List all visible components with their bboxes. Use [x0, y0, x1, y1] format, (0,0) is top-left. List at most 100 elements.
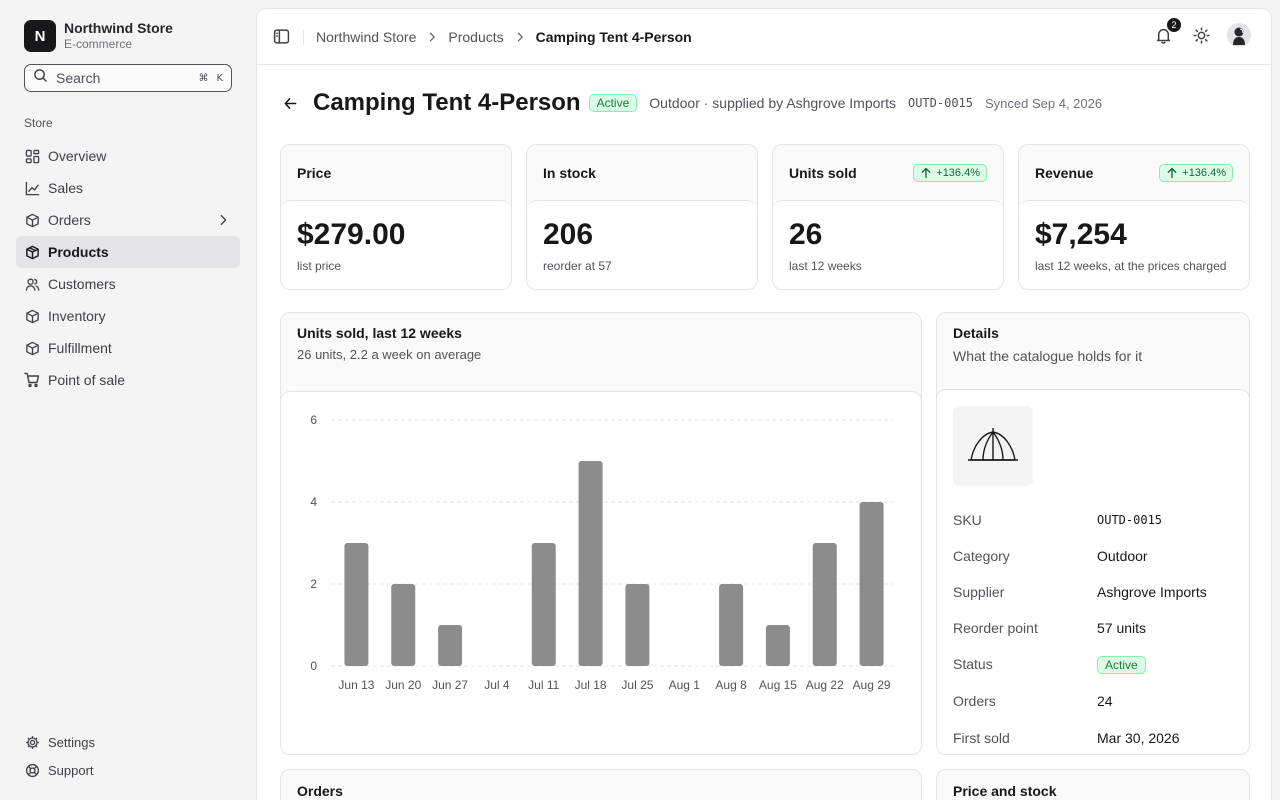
arrow-up-icon	[921, 167, 931, 178]
breadcrumb-current: Camping Tent 4-Person	[535, 28, 692, 45]
search-icon	[33, 68, 48, 88]
bell-icon[interactable]: 2	[1153, 17, 1182, 45]
chevron-right-icon	[216, 213, 230, 230]
chart-bar	[812, 543, 837, 666]
detail-row-first-sold: First sold Mar 30, 2026	[953, 719, 1233, 754]
details-title: Details	[953, 325, 999, 341]
x-tick-label: Aug 1	[669, 678, 701, 692]
sidebar-toggle-icon[interactable]	[271, 27, 291, 47]
sidebar-item-fulfillment[interactable]: Fulfillment	[16, 332, 240, 364]
box-icon	[24, 340, 40, 356]
sidebar-item-label: Settings	[48, 734, 95, 750]
chart-bar	[625, 584, 650, 666]
status-badge: Active	[1097, 656, 1146, 674]
nav-group-label: Store	[24, 116, 53, 130]
detail-row-orders: Orders 24	[953, 682, 1233, 719]
x-tick-label: Aug 22	[806, 678, 844, 692]
sidebar-nav: Overview Sales Orders Products Customers…	[16, 140, 240, 396]
sidebar-item-label: Overview	[48, 148, 107, 164]
stat-note: reorder at 57	[543, 259, 612, 273]
units-sold-chart-card: Units sold, last 12 weeks 26 units, 2.2 …	[280, 312, 922, 755]
search-placeholder: Search	[56, 70, 101, 86]
breadcrumb-store[interactable]: Northwind Store	[316, 29, 416, 45]
price-stock-card-title: Price and stock	[953, 783, 1057, 799]
box-icon	[24, 244, 40, 260]
x-tick-label: Jun 20	[385, 678, 421, 692]
box-icon	[24, 308, 40, 324]
sidebar-item-overview[interactable]: Overview	[16, 140, 240, 172]
sidebar-item-support[interactable]: Support	[16, 756, 240, 784]
breadcrumb-products[interactable]: Products	[448, 29, 503, 45]
stat-note: last 12 weeks, at the prices charged	[1035, 259, 1227, 273]
chart-bar	[859, 502, 884, 666]
detail-row-status: Status Active	[953, 646, 1233, 682]
sidebar-item-label: Point of sale	[48, 372, 126, 388]
page-header: Camping Tent 4-Person Active Outdoor · s…	[281, 89, 1241, 117]
topbar-actions: 2	[1153, 17, 1251, 47]
sidebar-item-orders[interactable]: Orders	[16, 204, 240, 236]
sidebar-item-label: Fulfillment	[48, 340, 112, 356]
detail-label: First sold	[953, 729, 1010, 746]
stat-card-in-stock: In stock 206 reorder at 57	[526, 144, 758, 290]
stat-note: last 12 weeks	[789, 259, 862, 273]
notification-badge: 2	[1166, 17, 1182, 33]
stat-value: 206	[543, 218, 594, 251]
stat-label: Revenue	[1035, 164, 1094, 181]
stat-value: $7,254	[1035, 218, 1127, 251]
product-sku: OUTD-0015	[907, 96, 973, 110]
chart-subtitle: 26 units, 2.2 a week on average	[297, 347, 482, 362]
tent-icon	[968, 428, 1018, 461]
page-title: Camping Tent 4-Person	[313, 89, 581, 116]
chart-bar	[531, 543, 556, 666]
sidebar-item-label: Orders	[48, 212, 91, 228]
sidebar-item-products[interactable]: Products	[16, 236, 240, 268]
delta-badge: +136.4%	[913, 163, 987, 182]
chart-bar	[578, 461, 603, 666]
sidebar-item-sales[interactable]: Sales	[16, 172, 240, 204]
stat-label: In stock	[543, 164, 596, 181]
sun-icon[interactable]	[1191, 25, 1211, 45]
sidebar-item-label: Inventory	[48, 308, 106, 324]
y-tick-label: 0	[310, 659, 317, 673]
stat-card-units-sold: Units sold +136.4% 26 last 12 weeks	[772, 144, 1004, 290]
gear-icon	[24, 734, 40, 750]
chart-bar	[438, 625, 463, 666]
x-tick-label: Jul 18	[575, 678, 607, 692]
sidebar-item-inventory[interactable]: Inventory	[16, 300, 240, 332]
avatar[interactable]	[1227, 23, 1251, 47]
orders-card-title: Orders	[297, 783, 343, 799]
search-input[interactable]: Search ⌘ K	[24, 64, 232, 92]
detail-label: SKU	[953, 512, 982, 528]
layout-grid-icon	[24, 148, 40, 164]
chart-bar	[344, 543, 369, 666]
detail-row-reorder-point: Reorder point 57 units	[953, 610, 1233, 646]
x-tick-label: Aug 29	[853, 678, 891, 692]
delta-badge: +136.4%	[1159, 163, 1233, 182]
delta-value: +136.4%	[1182, 166, 1226, 179]
detail-row-sku: SKU OUTD-0015	[953, 502, 1233, 538]
brand[interactable]: N Northwind Store E-commerce	[24, 20, 173, 52]
chart-bar	[765, 625, 790, 666]
product-meta: Outdoor · supplied by Ashgrove Imports	[649, 95, 896, 111]
arrow-left-icon[interactable]	[281, 94, 299, 112]
stat-label: Units sold	[789, 164, 857, 181]
x-tick-label: Jul 11	[528, 678, 559, 692]
users-icon	[24, 276, 40, 292]
sidebar-item-label: Products	[48, 244, 109, 260]
sidebar-item-label: Sales	[48, 180, 84, 196]
line-chart-icon	[24, 180, 40, 196]
detail-label: Orders	[953, 692, 996, 709]
x-tick-label: Aug 15	[759, 678, 797, 692]
package-icon	[24, 212, 40, 228]
status-badge: Active	[588, 94, 638, 112]
sidebar-item-settings[interactable]: Settings	[16, 728, 240, 756]
detail-value: Ashgrove Imports	[1097, 584, 1207, 600]
sidebar-item-label: Support	[48, 762, 94, 778]
sidebar-item-customers[interactable]: Customers	[16, 268, 240, 300]
x-tick-label: Jun 13	[338, 678, 374, 692]
sidebar-item-point-of-sale[interactable]: Point of sale	[16, 364, 240, 396]
details-body: SKU OUTD-0015 Category Outdoor Supplier Ash…	[937, 389, 1249, 754]
detail-label: Category	[953, 548, 1010, 564]
brand-name: Northwind Store	[64, 20, 173, 37]
cart-icon	[24, 372, 40, 388]
